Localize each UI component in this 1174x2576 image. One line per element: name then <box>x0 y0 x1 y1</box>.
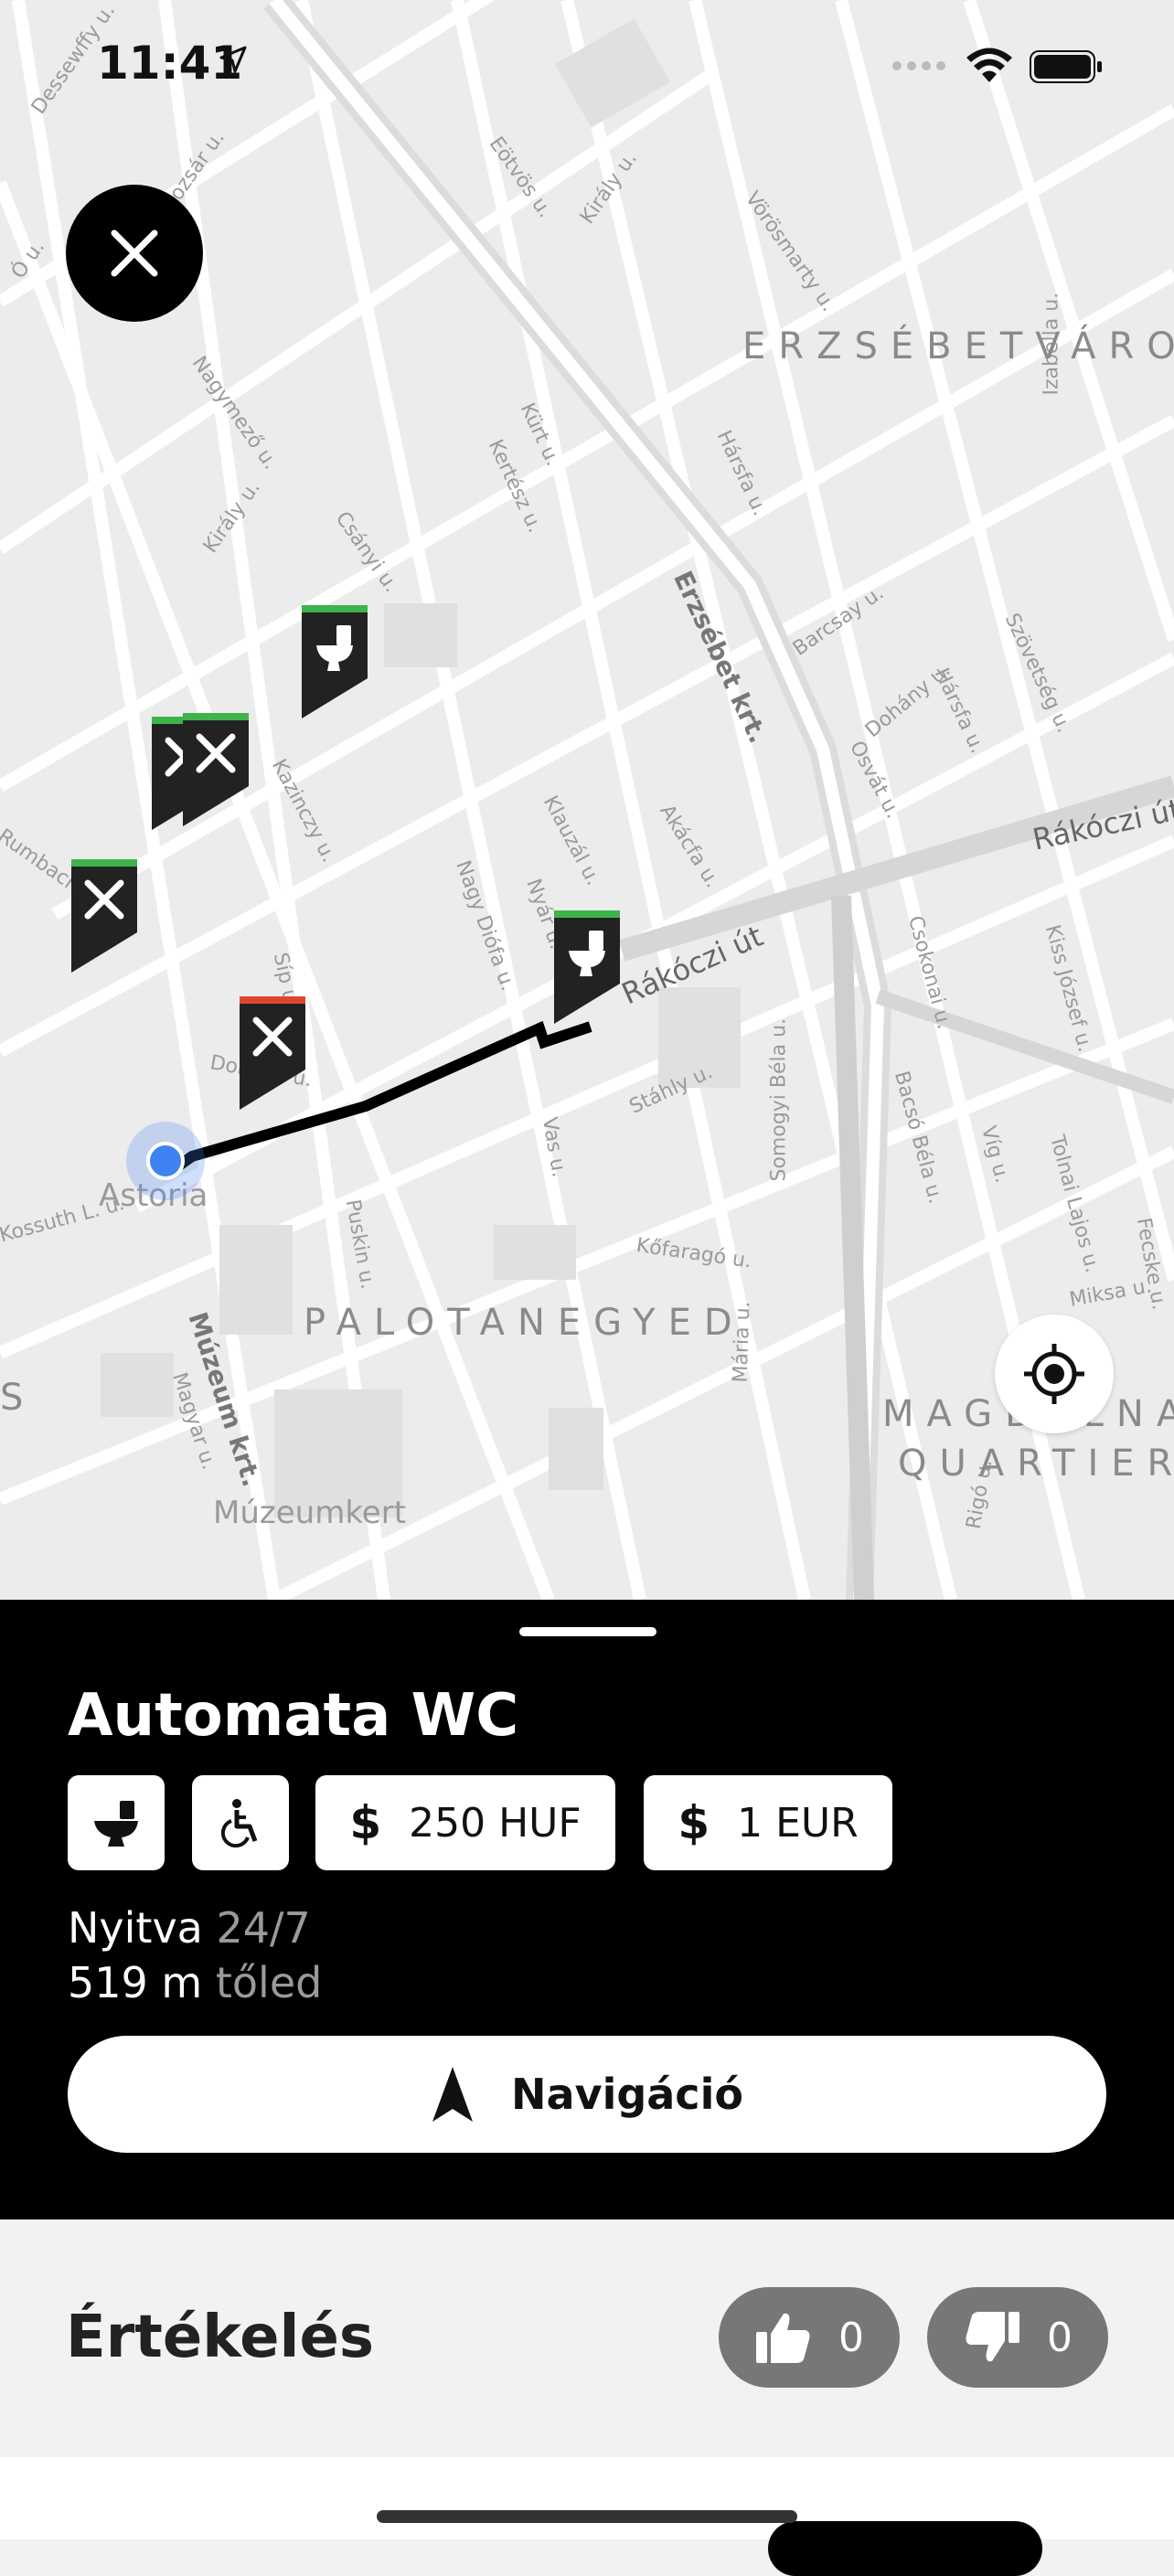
restaurant-pin[interactable] <box>240 996 305 1113</box>
place-label: Múzeumkert <box>213 1495 407 1531</box>
user-location-dot <box>126 1122 205 1200</box>
toilet-badge <box>68 1775 165 1870</box>
toilet-pin-selected[interactable] <box>554 910 620 1027</box>
sheet-drag-handle[interactable] <box>519 1627 656 1636</box>
wifi-icon <box>966 48 1012 82</box>
partial-button[interactable] <box>768 2521 1042 2576</box>
map[interactable]: Nagymező u. Király u. Csányi u. Kazinczy… <box>0 0 1174 1600</box>
cellular-signal-icon <box>892 61 945 70</box>
distance-suffix: tőled <box>215 1958 323 2007</box>
toilet-icon <box>94 1801 138 1847</box>
wheelchair-icon <box>220 1799 258 1848</box>
open-hours: 24/7 <box>216 1903 311 1953</box>
fork-knife-icon <box>183 713 249 826</box>
likes-count: 0 <box>838 2314 864 2361</box>
price-eur-badge: $ 1 EUR <box>644 1775 892 1870</box>
district-label: S <box>0 1377 37 1419</box>
thumbs-down-icon <box>966 2312 1019 2362</box>
home-indicator[interactable] <box>377 2510 797 2523</box>
navigate-button[interactable]: Navigáció <box>68 2036 1106 2153</box>
locate-me-button[interactable] <box>995 1315 1114 1433</box>
district-label: PALOTANEGYED <box>304 1302 745 1344</box>
battery-icon <box>1030 50 1102 83</box>
dollar-icon: $ <box>678 1796 710 1849</box>
place-details-sheet[interactable]: Automata WC $ 250 HUF $ 1 EUR Nyitva 24/… <box>0 1600 1174 2219</box>
distance-value: 519 m <box>68 1958 203 2007</box>
rating-section: Értékelés 0 0 <box>0 2219 1174 2457</box>
rating-title: Értékelés <box>66 2304 374 2371</box>
price-huf-badge: $ 250 HUF <box>315 1775 615 1870</box>
district-label: ERZSÉBETVÁRO <box>742 325 1174 367</box>
fork-knife-icon <box>71 859 137 973</box>
toilet-pin[interactable] <box>302 605 368 722</box>
restaurant-pin[interactable] <box>183 713 249 830</box>
dislikes-count: 0 <box>1047 2314 1073 2361</box>
toilet-icon <box>554 910 620 1024</box>
location-arrow-icon <box>219 46 247 73</box>
close-button[interactable] <box>66 185 203 322</box>
distance-info: 519 m tőled <box>68 1958 322 2007</box>
navigation-arrow-icon <box>432 2067 474 2122</box>
price-huf: 250 HUF <box>409 1799 582 1847</box>
status-bar: 11:41 <box>0 0 1174 128</box>
fork-knife-icon <box>240 996 305 1110</box>
restaurant-pin[interactable] <box>71 859 137 976</box>
dollar-icon: $ <box>349 1796 382 1849</box>
district-label: QUARTIER <box>898 1442 1174 1485</box>
price-eur: 1 EUR <box>737 1799 859 1847</box>
street-label: Somogyi Béla u. <box>767 1017 791 1182</box>
opening-hours: Nyitva 24/7 <box>68 1903 311 1953</box>
accessible-badge <box>192 1775 289 1870</box>
navigate-label: Navigáció <box>511 2070 743 2119</box>
crosshair-icon <box>1024 1344 1084 1404</box>
close-icon <box>111 229 158 277</box>
bottom-area <box>0 2457 1174 2576</box>
toilet-icon <box>302 605 368 719</box>
open-label: Nyitva <box>68 1903 203 1953</box>
thumbs-up-icon <box>756 2313 810 2363</box>
thumbs-down-button[interactable]: 0 <box>927 2287 1108 2388</box>
place-title: Automata WC <box>68 1682 519 1750</box>
thumbs-up-button[interactable]: 0 <box>719 2287 900 2388</box>
